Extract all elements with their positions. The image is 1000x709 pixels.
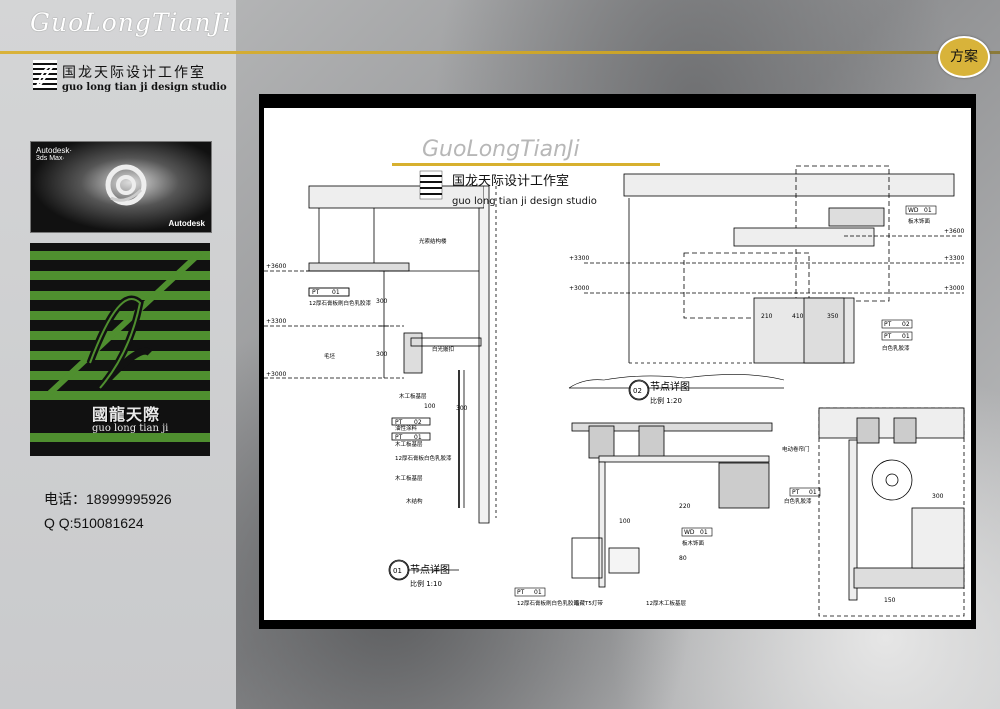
studio-name-cn: 国龙天际设计工作室 (62, 65, 206, 81)
dim-4: 300 (456, 405, 468, 412)
note3-0: 12厚石膏板刷白色乳胶漆 (517, 599, 579, 607)
note1-3: 白光嵌扣 (432, 345, 454, 353)
note1-1: 12厚石膏板刷白色乳胶漆 (309, 299, 371, 307)
tag-pt-2: PT (395, 419, 403, 426)
level-3000-a: +3000 (266, 371, 286, 378)
detail-02-title: 节点详图 (650, 380, 690, 393)
note4-0: 电动卷帘门 (782, 445, 810, 453)
dim-3: 100 (424, 403, 436, 410)
watermark-brand: GuoLongTianJi (422, 137, 580, 162)
studio-name-en: guo long tian ji design studio (62, 82, 227, 93)
green-logo-cn: 國龍天際 (92, 407, 161, 424)
level-3300-a: +3300 (266, 318, 286, 325)
note3-2: 12厚木工板基层 (646, 599, 686, 607)
note3-3: 板木饰面 (682, 539, 705, 547)
tag-pt-5: PT (884, 333, 892, 340)
plan-badge: 方案 (938, 36, 990, 78)
note1-2: 毛坯 (324, 352, 336, 360)
watermark-logo-icon (419, 170, 443, 200)
tag-pt-4-num: 02 (902, 321, 910, 328)
tag-wd-2: WD (684, 529, 695, 536)
tag-pt-5-num: 01 (902, 333, 910, 340)
max-line1: Autodesk· (36, 146, 73, 155)
tag-pt-6-num: 01 (534, 589, 542, 596)
brand-script-title: GuoLongTianJi (30, 8, 232, 37)
detail-01-scale: 比例 1:10 (410, 579, 442, 588)
3dsmax-logo-icon (105, 164, 147, 206)
studio-logo-icon (33, 60, 57, 90)
level-3000-c: +3000 (944, 285, 964, 292)
note1-0: 光索结构楼 (419, 237, 447, 245)
tag-pt-2-num: 02 (414, 419, 422, 426)
note2-1: 白色乳胶漆 (882, 344, 910, 352)
phone-text: 电话：18999995926 (44, 491, 172, 507)
dim-8: 100 (619, 518, 631, 525)
level-3300-b: +3300 (569, 255, 589, 262)
dim-11: 150 (884, 597, 896, 604)
note1-6: 木工板基层 (395, 440, 423, 448)
cad-drawing: GuoLongTianJi 国龙天际设计工作室 guo long tian ji… (264, 137, 964, 617)
tag-wd-2-num: 01 (700, 529, 708, 536)
3dsmax-logo-card: Autodesk· 3ds Max· Autodesk (30, 141, 212, 233)
qq-text: Q Q:510081624 (44, 515, 144, 531)
level-3000-b: +3000 (569, 285, 589, 292)
detail-02-scale: 比例 1:20 (650, 396, 682, 405)
watermark-line (392, 163, 660, 166)
dim-5: 210 (761, 313, 773, 320)
note1-9: 木结构 (406, 497, 423, 505)
level-3600-a: +3600 (266, 263, 286, 270)
green-logo-card: 國龍天際 guo long tian ji (30, 243, 210, 456)
dim-12: 300 (932, 493, 944, 500)
detail-01-label: 01 节点详图 比例 1:10 (389, 560, 450, 588)
note1-4: 木工板基层 (399, 392, 427, 400)
note1-8: 木工板基层 (395, 474, 423, 482)
green-logo-en: guo long tian ji (92, 423, 169, 434)
drawing-sheet: GuoLongTianJi 国龙天际设计工作室 guo long tian ji… (259, 94, 976, 629)
tag-wd-1: WD (908, 207, 919, 214)
tag-pt-1-num: 01 (332, 289, 340, 296)
note3-1: 暗藏T5灯带 (574, 599, 603, 607)
note4-1: 白色乳胶漆 (784, 497, 812, 505)
dim-1: 300 (376, 298, 388, 305)
detail-01-num: 01 (393, 567, 402, 575)
tag-pt-7-num: 01 (809, 489, 817, 496)
dim-7: 350 (827, 313, 839, 320)
max-vendor: Autodesk (168, 219, 205, 228)
dim-10: 80 (679, 555, 687, 562)
tag-wd-1-num: 01 (924, 207, 932, 214)
header-divider (0, 51, 1000, 54)
note1-7: 12厚石膏板白色乳胶漆 (395, 454, 452, 462)
tag-pt-3: PT (395, 434, 403, 441)
level-3600-c: +3600 (944, 228, 964, 235)
detail-02-label: 02 节点详图 比例 1:20 (629, 380, 690, 405)
detail-01-title: 节点详图 (410, 563, 450, 576)
tag-pt-1: PT (312, 289, 320, 296)
watermark-cn: 国龙天际设计工作室 (452, 173, 569, 189)
tag-pt-3-num: 01 (414, 434, 422, 441)
tag-pt-6: PT (517, 589, 525, 596)
note2-0: 板木饰面 (908, 217, 931, 225)
tag-pt-7: PT (792, 489, 800, 496)
dim-6: 410 (792, 313, 804, 320)
detail-02-num: 02 (633, 387, 642, 395)
watermark-en: guo long tian ji design studio (452, 196, 597, 207)
max-line2: 3ds Max· (36, 155, 65, 162)
level-3300-c: +3300 (944, 255, 964, 262)
dim-9: 220 (679, 503, 691, 510)
tag-pt-4: PT (884, 321, 892, 328)
note1-5: 油性涂料 (395, 424, 418, 432)
drawing-canvas: GuoLongTianJi 国龙天际设计工作室 guo long tian ji… (264, 108, 971, 620)
dim-2: 300 (376, 351, 388, 358)
